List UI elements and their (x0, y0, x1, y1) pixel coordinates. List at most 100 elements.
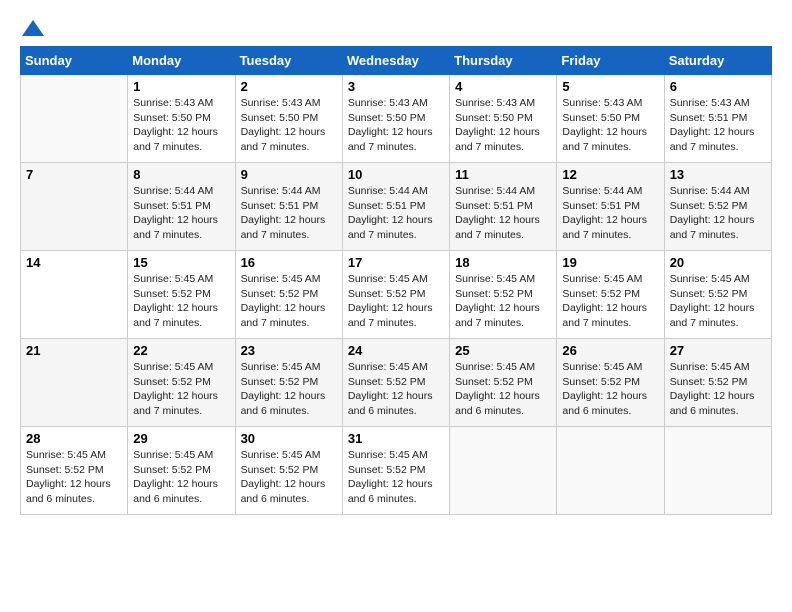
calendar-cell: 20 Sunrise: 5:45 AM Sunset: 5:52 PM Dayli… (664, 251, 771, 339)
day-number: 4 (455, 79, 551, 94)
calendar-cell: 4 Sunrise: 5:43 AM Sunset: 5:50 PM Daylig… (450, 75, 557, 163)
day-number: 2 (241, 79, 337, 94)
day-info: Sunrise: 5:43 AM Sunset: 5:50 PM Dayligh… (133, 96, 229, 155)
day-info: Sunrise: 5:45 AM Sunset: 5:52 PM Dayligh… (133, 272, 229, 331)
calendar-cell: 5 Sunrise: 5:43 AM Sunset: 5:50 PM Daylig… (557, 75, 664, 163)
day-info: Sunrise: 5:45 AM Sunset: 5:52 PM Dayligh… (455, 360, 551, 419)
day-number: 10 (348, 167, 444, 182)
day-info: Sunrise: 5:44 AM Sunset: 5:51 PM Dayligh… (455, 184, 551, 243)
day-number: 20 (670, 255, 766, 270)
day-info: Sunrise: 5:45 AM Sunset: 5:52 PM Dayligh… (133, 360, 229, 419)
day-info: Sunrise: 5:45 AM Sunset: 5:52 PM Dayligh… (562, 360, 658, 419)
day-number: 12 (562, 167, 658, 182)
calendar-cell: 22 Sunrise: 5:45 AM Sunset: 5:52 PM Dayli… (128, 339, 235, 427)
calendar-cell: 2 Sunrise: 5:43 AM Sunset: 5:50 PM Daylig… (235, 75, 342, 163)
day-number: 31 (348, 431, 444, 446)
calendar-cell: 16 Sunrise: 5:45 AM Sunset: 5:52 PM Dayli… (235, 251, 342, 339)
calendar-cell: 31 Sunrise: 5:45 AM Sunset: 5:52 PM Dayli… (342, 427, 449, 515)
calendar-cell: 19Sunrise: 5:45 AM Sunset: 5:52 PM Dayli… (557, 251, 664, 339)
day-info: Sunrise: 5:44 AM Sunset: 5:51 PM Dayligh… (241, 184, 337, 243)
calendar-cell (21, 75, 128, 163)
calendar-cell: 30 Sunrise: 5:45 AM Sunset: 5:52 PM Dayli… (235, 427, 342, 515)
day-info: Sunrise: 5:43 AM Sunset: 5:50 PM Dayligh… (241, 96, 337, 155)
calendar-cell: 10 Sunrise: 5:44 AM Sunset: 5:51 PM Dayli… (342, 163, 449, 251)
calendar-cell: 1Sunrise: 5:43 AM Sunset: 5:50 PM Daylig… (128, 75, 235, 163)
day-number: 15 (133, 255, 229, 270)
weekday-header-friday: Friday (557, 47, 664, 75)
day-info: Sunrise: 5:45 AM Sunset: 5:52 PM Dayligh… (241, 360, 337, 419)
day-info: Sunrise: 5:44 AM Sunset: 5:51 PM Dayligh… (348, 184, 444, 243)
calendar-week-row: 78 Sunrise: 5:44 AM Sunset: 5:51 PM Dayli… (21, 163, 772, 251)
day-number: 6 (670, 79, 766, 94)
day-info: Sunrise: 5:45 AM Sunset: 5:52 PM Dayligh… (241, 448, 337, 507)
day-info: Sunrise: 5:43 AM Sunset: 5:50 PM Dayligh… (348, 96, 444, 155)
day-number: 30 (241, 431, 337, 446)
calendar-cell: 15 Sunrise: 5:45 AM Sunset: 5:52 PM Dayli… (128, 251, 235, 339)
calendar-cell: 7 (21, 163, 128, 251)
day-number: 22 (133, 343, 229, 358)
calendar-cell: 13Sunrise: 5:44 AM Sunset: 5:52 PM Dayli… (664, 163, 771, 251)
weekday-header-monday: Monday (128, 47, 235, 75)
day-number: 26 (562, 343, 658, 358)
calendar-cell: 12 Sunrise: 5:44 AM Sunset: 5:51 PM Dayli… (557, 163, 664, 251)
day-number: 7 (26, 167, 122, 182)
day-number: 23 (241, 343, 337, 358)
day-info: Sunrise: 5:45 AM Sunset: 5:52 PM Dayligh… (26, 448, 122, 507)
day-info: Sunrise: 5:45 AM Sunset: 5:52 PM Dayligh… (670, 272, 766, 331)
weekday-header-wednesday: Wednesday (342, 47, 449, 75)
weekday-header-sunday: Sunday (21, 47, 128, 75)
calendar-cell: 9 Sunrise: 5:44 AM Sunset: 5:51 PM Daylig… (235, 163, 342, 251)
weekday-header-saturday: Saturday (664, 47, 771, 75)
day-info: Sunrise: 5:45 AM Sunset: 5:52 PM Dayligh… (562, 272, 658, 331)
calendar-header: SundayMondayTuesdayWednesdayThursdayFrid… (21, 47, 772, 75)
page-header (20, 20, 772, 36)
day-number: 5 (562, 79, 658, 94)
calendar-cell: 24 Sunrise: 5:45 AM Sunset: 5:52 PM Dayli… (342, 339, 449, 427)
day-number: 13 (670, 167, 766, 182)
calendar-cell (557, 427, 664, 515)
day-number: 18 (455, 255, 551, 270)
day-number: 24 (348, 343, 444, 358)
day-info: Sunrise: 5:43 AM Sunset: 5:50 PM Dayligh… (455, 96, 551, 155)
calendar-cell (450, 427, 557, 515)
calendar-week-row: 1Sunrise: 5:43 AM Sunset: 5:50 PM Daylig… (21, 75, 772, 163)
day-number: 16 (241, 255, 337, 270)
day-number: 21 (26, 343, 122, 358)
day-number: 9 (241, 167, 337, 182)
calendar-cell: 25 Sunrise: 5:45 AM Sunset: 5:52 PM Dayli… (450, 339, 557, 427)
calendar-cell: 21 (21, 339, 128, 427)
day-number: 11 (455, 167, 551, 182)
calendar-week-row: 28 Sunrise: 5:45 AM Sunset: 5:52 PM Dayli… (21, 427, 772, 515)
day-info: Sunrise: 5:45 AM Sunset: 5:52 PM Dayligh… (348, 448, 444, 507)
day-info: Sunrise: 5:45 AM Sunset: 5:52 PM Dayligh… (241, 272, 337, 331)
calendar-cell: 26 Sunrise: 5:45 AM Sunset: 5:52 PM Dayli… (557, 339, 664, 427)
day-number: 17 (348, 255, 444, 270)
logo-icon (22, 20, 44, 36)
day-info: Sunrise: 5:43 AM Sunset: 5:50 PM Dayligh… (562, 96, 658, 155)
day-number: 27 (670, 343, 766, 358)
logo (20, 20, 46, 36)
calendar-week-row: 14 15 Sunrise: 5:45 AM Sunset: 5:52 PM Day… (21, 251, 772, 339)
calendar-cell: 17 Sunrise: 5:45 AM Sunset: 5:52 PM Dayli… (342, 251, 449, 339)
day-info: Sunrise: 5:45 AM Sunset: 5:52 PM Dayligh… (348, 272, 444, 331)
calendar-cell: 27 Sunrise: 5:45 AM Sunset: 5:52 PM Dayli… (664, 339, 771, 427)
day-info: Sunrise: 5:45 AM Sunset: 5:52 PM Dayligh… (455, 272, 551, 331)
calendar-table: SundayMondayTuesdayWednesdayThursdayFrid… (20, 46, 772, 515)
calendar-cell: 28 Sunrise: 5:45 AM Sunset: 5:52 PM Dayli… (21, 427, 128, 515)
day-number: 14 (26, 255, 122, 270)
day-info: Sunrise: 5:45 AM Sunset: 5:52 PM Dayligh… (348, 360, 444, 419)
day-info: Sunrise: 5:45 AM Sunset: 5:52 PM Dayligh… (133, 448, 229, 507)
day-number: 8 (133, 167, 229, 182)
day-info: Sunrise: 5:44 AM Sunset: 5:51 PM Dayligh… (562, 184, 658, 243)
day-number: 25 (455, 343, 551, 358)
day-info: Sunrise: 5:45 AM Sunset: 5:52 PM Dayligh… (670, 360, 766, 419)
calendar-cell: 11 Sunrise: 5:44 AM Sunset: 5:51 PM Dayli… (450, 163, 557, 251)
day-number: 28 (26, 431, 122, 446)
calendar-cell: 29Sunrise: 5:45 AM Sunset: 5:52 PM Dayli… (128, 427, 235, 515)
calendar-cell: 14 (21, 251, 128, 339)
day-info: Sunrise: 5:44 AM Sunset: 5:51 PM Dayligh… (133, 184, 229, 243)
calendar-cell: 18 Sunrise: 5:45 AM Sunset: 5:52 PM Dayli… (450, 251, 557, 339)
day-info: Sunrise: 5:43 AM Sunset: 5:51 PM Dayligh… (670, 96, 766, 155)
calendar-week-row: 21 22 Sunrise: 5:45 AM Sunset: 5:52 PM Day… (21, 339, 772, 427)
calendar-cell: 3Sunrise: 5:43 AM Sunset: 5:50 PM Daylig… (342, 75, 449, 163)
